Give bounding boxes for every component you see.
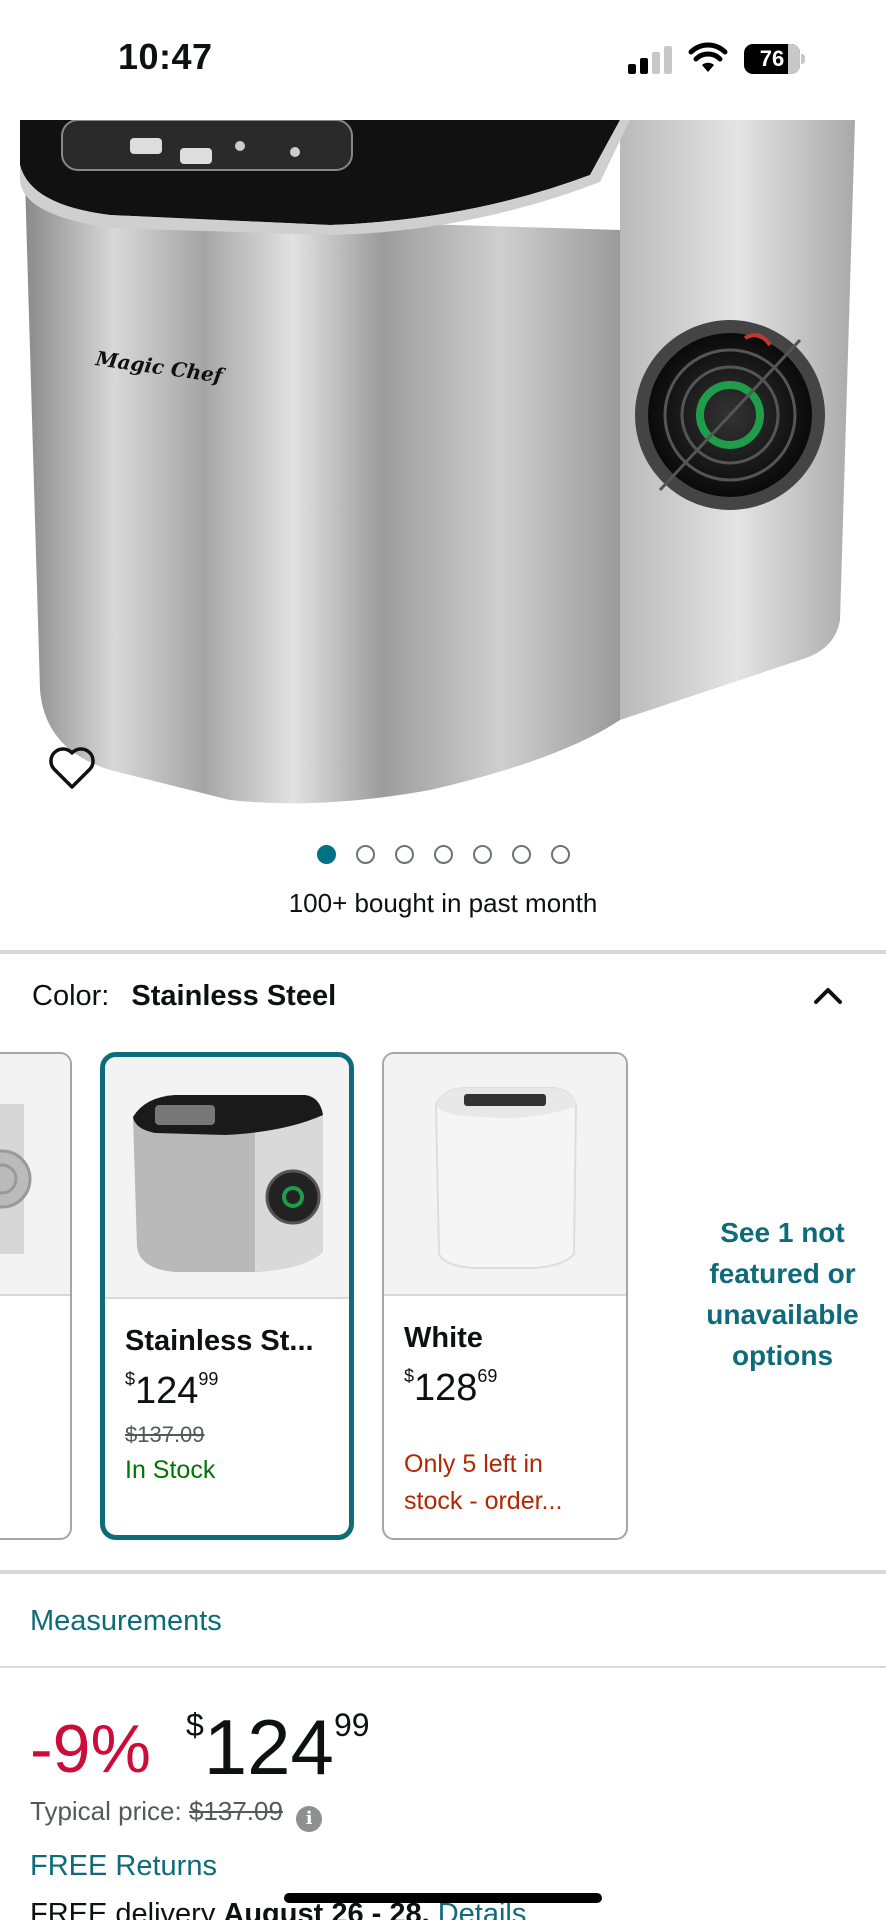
swatch-stock-status: In Stock (125, 1456, 216, 1484)
battery-icon: 76 (744, 44, 806, 74)
color-value: Stainless Steel (131, 980, 337, 1012)
bought-in-past-month: 100+ bought in past month (288, 888, 598, 918)
current-price: $12499 (186, 1703, 370, 1791)
carousel-dot[interactable] (394, 845, 414, 864)
carousel-dot[interactable] (316, 845, 336, 864)
image-carousel-dots[interactable] (0, 845, 886, 864)
color-swatch-white[interactable]: White $12869 Only 5 left in stock - orde… (382, 1052, 628, 1540)
home-indicator[interactable] (284, 1893, 602, 1903)
typical-price: Typical price: $137.09 i (30, 1796, 323, 1832)
section-divider (0, 1666, 886, 1668)
swatch-price: $12869 (404, 1366, 498, 1409)
status-time: 10:47 (118, 36, 213, 77)
discount-percent: -9% (30, 1711, 151, 1787)
carousel-dot[interactable] (550, 845, 570, 864)
carousel-dot[interactable] (472, 845, 492, 864)
carousel-dot[interactable] (511, 845, 531, 864)
color-selector-header: Color: Stainless Steel (32, 980, 336, 1013)
product-image[interactable]: Magic Chef (0, 120, 886, 810)
carousel-dot[interactable] (433, 845, 453, 864)
favorite-heart-icon[interactable] (48, 745, 96, 791)
swatch-price: $12499 (125, 1369, 219, 1412)
see-unavailable-options-link[interactable]: See 1 not featured or unavailable option… (680, 1212, 885, 1376)
color-swatch-card-partial[interactable] (0, 1052, 72, 1540)
color-swatch-stainless-steel[interactable]: Stainless St... $12499 $137.09 In Stock (100, 1052, 354, 1540)
status-bar: 10:47 76 (0, 0, 886, 120)
cellular-signal-icon (628, 46, 672, 74)
swatch-list-price: $137.09 (125, 1422, 205, 1447)
section-divider (0, 1570, 886, 1574)
battery-level: 76 (759, 46, 785, 71)
free-returns-link[interactable]: FREE Returns (30, 1850, 217, 1883)
swatch-name: White (404, 1322, 483, 1354)
info-icon[interactable]: i (296, 1806, 323, 1832)
color-label: Color: (32, 980, 110, 1012)
carousel-dot[interactable] (355, 845, 375, 864)
section-divider (0, 950, 886, 954)
measurements-link[interactable]: Measurements (30, 1605, 222, 1638)
wifi-icon (688, 42, 728, 72)
swatch-thumbnail (105, 1057, 349, 1299)
swatch-stock-status: Only 5 left in stock - order... (404, 1450, 563, 1515)
typical-price-value: $137.09 (188, 1796, 283, 1826)
chevron-up-icon[interactable] (810, 978, 846, 1014)
swatch-thumbnail (384, 1054, 626, 1296)
swatch-name: Stainless St... (125, 1325, 314, 1357)
